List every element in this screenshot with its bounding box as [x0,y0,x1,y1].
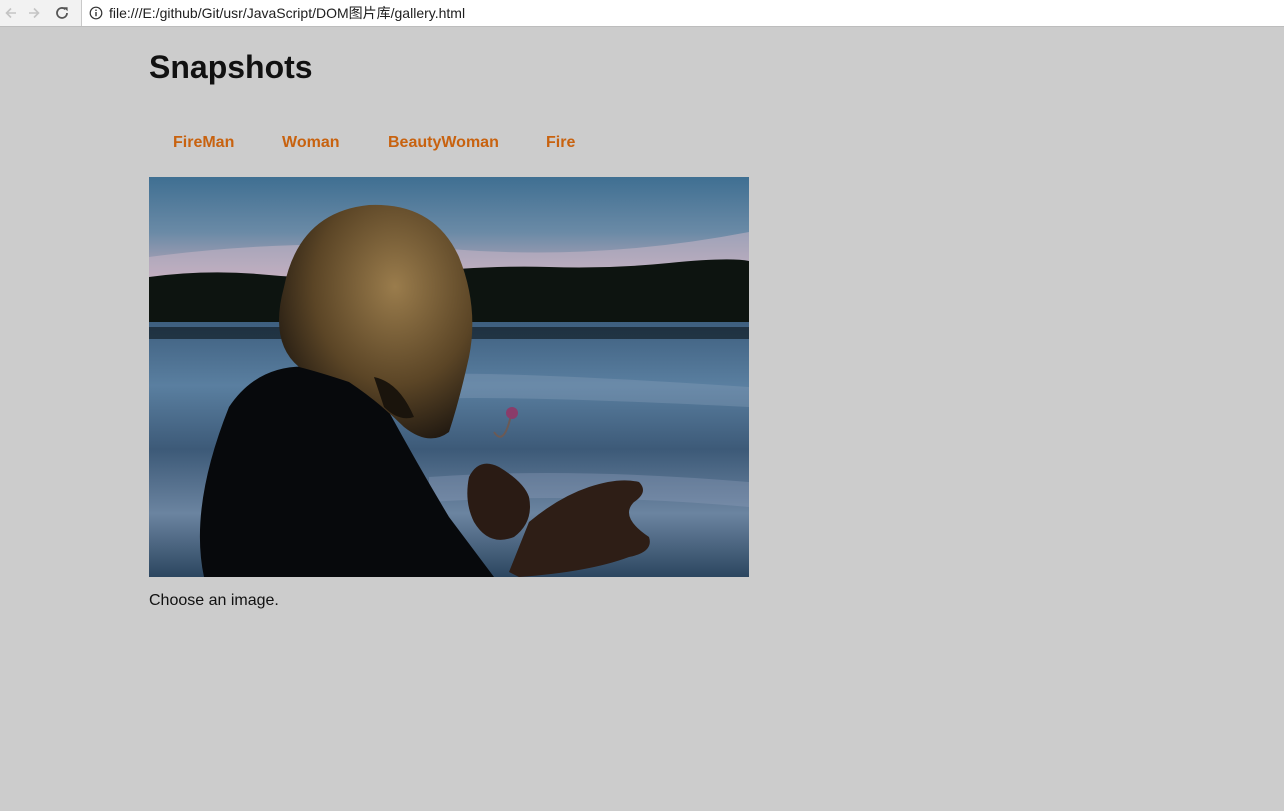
back-button[interactable] [0,2,22,24]
gallery-link-fireman[interactable]: FireMan [173,134,234,151]
forward-button[interactable] [23,2,45,24]
gallery-link-woman[interactable]: Woman [282,134,339,151]
info-icon[interactable] [88,5,104,21]
gallery-link-beautywoman[interactable]: BeautyWoman [388,134,499,151]
url-text[interactable]: file:///E:/github/Git/usr/JavaScript/DOM… [109,3,465,23]
page-title: Snapshots [149,49,313,85]
arrow-left-icon [5,7,16,19]
browser-toolbar: file:///E:/github/Git/usr/JavaScript/DOM… [0,0,1284,27]
reload-icon [56,7,68,19]
placeholder-image [149,177,749,577]
reload-button[interactable] [51,2,73,24]
gallery-item: Woman [282,134,339,152]
gallery-item: BeautyWoman [388,134,499,152]
image-description: Choose an image. [149,592,279,609]
photo-woman-silhouette [149,177,749,577]
gallery-item: Fire [546,134,575,152]
arrow-right-icon [29,7,40,19]
gallery-item: FireMan [173,134,234,152]
address-bar[interactable]: file:///E:/github/Git/usr/JavaScript/DOM… [81,0,1284,26]
gallery-link-fire[interactable]: Fire [546,134,575,151]
